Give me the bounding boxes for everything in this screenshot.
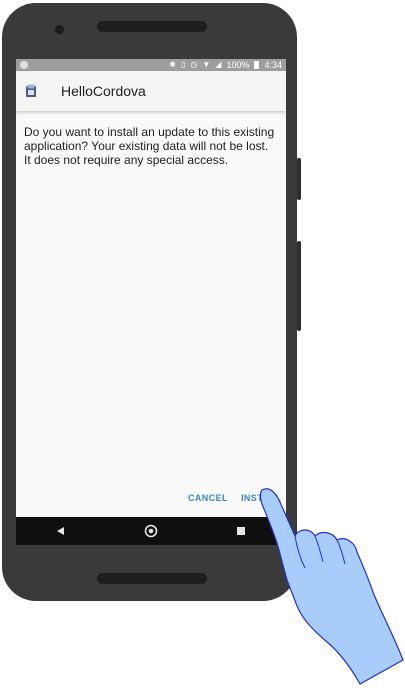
screen: ✱ ▯ ◷ ▼ ◢ 100% 4:34 HelloCordova Do you … <box>16 59 286 545</box>
top-speaker <box>97 21 207 32</box>
cancel-button[interactable]: CANCEL <box>188 493 228 503</box>
dialog-actions: CANCEL INSTALL <box>16 493 286 507</box>
app-bar: HelloCordova <box>16 71 286 111</box>
phone-frame: ✱ ▯ ◷ ▼ ◢ 100% 4:34 HelloCordova Do you … <box>2 3 301 601</box>
navigation-bar <box>16 517 286 545</box>
bottom-speaker <box>97 573 207 584</box>
battery-percent: 100% <box>226 60 250 70</box>
back-icon[interactable] <box>51 521 71 541</box>
pointing-hand-icon <box>255 484 405 686</box>
notification-icon <box>20 61 28 69</box>
status-icons: ✱ ▯ ◷ ▼ ◢ 100% 4:34 <box>169 60 282 70</box>
app-title: HelloCordova <box>61 83 146 99</box>
android-package-icon <box>25 84 37 98</box>
front-camera <box>55 25 64 34</box>
install-message: Do you want to install an update to this… <box>24 125 275 167</box>
recents-icon[interactable] <box>231 521 251 541</box>
cell-signal-icon: ◢ <box>215 60 222 69</box>
status-bar: ✱ ▯ ◷ ▼ ◢ 100% 4:34 <box>16 59 286 71</box>
status-time: 4:34 <box>264 60 282 70</box>
home-icon[interactable] <box>141 521 161 541</box>
alarm-icon: ◷ <box>190 60 198 69</box>
battery-icon <box>254 61 260 69</box>
wifi-icon: ▼ <box>202 60 211 69</box>
bluetooth-icon: ✱ <box>169 60 176 69</box>
volume-rocker[interactable] <box>297 241 301 331</box>
vibrate-icon: ▯ <box>180 60 186 69</box>
power-button[interactable] <box>297 158 301 200</box>
